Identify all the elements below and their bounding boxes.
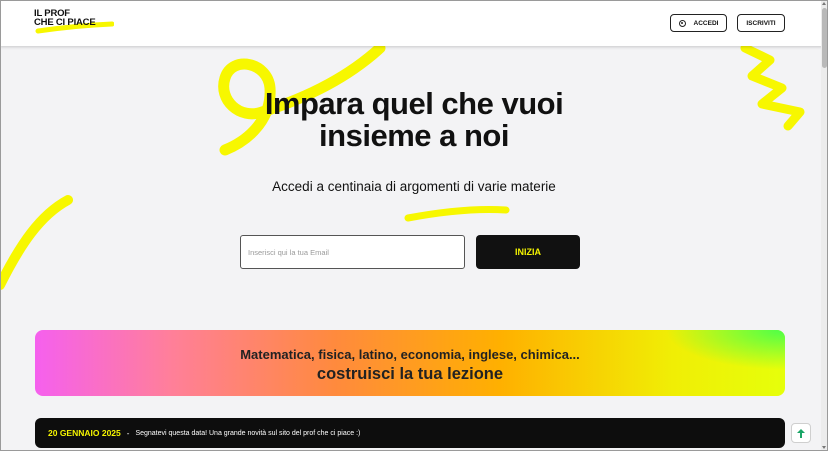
- scroll-to-top-button[interactable]: [791, 423, 811, 443]
- promo-banner: Matematica, fisica, latino, economia, in…: [35, 330, 785, 396]
- user-circle-icon: [678, 19, 686, 27]
- hero-subtitle: Accedi a centinaia di argomenti di varie…: [272, 179, 556, 194]
- news-date: 20 GENNAIO 2025: [48, 428, 121, 438]
- start-button[interactable]: INIZIA: [476, 235, 580, 269]
- news-separator: -: [126, 428, 130, 438]
- login-label: ACCEDI: [693, 19, 719, 27]
- page-scrollbar[interactable]: [821, 0, 828, 451]
- scrollbar-down-arrow[interactable]: [822, 446, 826, 449]
- login-button[interactable]: ACCEDI: [670, 14, 727, 32]
- register-button[interactable]: ISCRIVITI: [737, 14, 785, 32]
- email-input[interactable]: [240, 235, 465, 269]
- squiggle-left: [0, 195, 73, 290]
- top-navbar: IL PROF CHE CI PIACE ACCEDI ISCRIVITI: [0, 0, 828, 46]
- arrow-up-icon: [797, 428, 805, 438]
- news-bar: 20 GENNAIO 2025 - Segnatevi questa data!…: [35, 418, 785, 448]
- scrollbar-thumb[interactable]: [822, 8, 827, 68]
- squiggle-underline: [404, 205, 510, 222]
- logo-text: IL PROF CHE CI PIACE: [34, 9, 96, 28]
- promo-headline: costruisci la tua lezione: [316, 365, 504, 383]
- news-text: Segnatevi questa data! Una grande novità…: [135, 429, 361, 437]
- scrollbar-up-arrow[interactable]: [822, 2, 826, 5]
- promo-subjects: Matematica, fisica, latino, economia, in…: [240, 347, 580, 362]
- logo-line-2: CHE CI PIACE: [34, 17, 96, 28]
- hero-title-line-1: Impara quel che vuoi: [264, 86, 564, 121]
- hero-title: Impara quel che vuoi insieme a noi: [0, 88, 828, 152]
- hero-title-line-2: insieme a noi: [319, 118, 509, 153]
- register-label: ISCRIVITI: [746, 19, 776, 27]
- site-logo[interactable]: IL PROF CHE CI PIACE: [34, 9, 118, 39]
- start-label: INIZIA: [515, 247, 541, 257]
